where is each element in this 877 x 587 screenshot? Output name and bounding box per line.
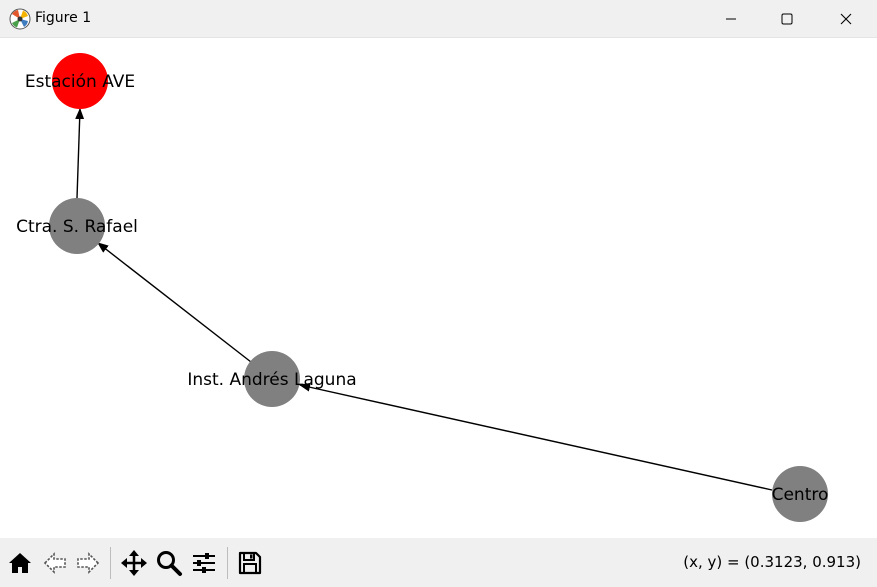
maximize-icon bbox=[781, 13, 793, 25]
back-button[interactable] bbox=[40, 548, 70, 578]
node-label-centro: Centro bbox=[772, 485, 829, 505]
minimize-button[interactable] bbox=[702, 0, 760, 38]
back-icon bbox=[43, 552, 66, 574]
node-inst-andres-laguna: Inst. Andrés Laguna bbox=[187, 351, 357, 407]
minimize-icon bbox=[726, 18, 736, 20]
save-button[interactable] bbox=[235, 548, 265, 578]
close-icon bbox=[840, 13, 852, 25]
node-centro: Centro bbox=[772, 466, 829, 522]
cursor-coordinates: (x, y) = (0.3123, 0.913) bbox=[683, 553, 861, 571]
home-button[interactable] bbox=[5, 548, 35, 578]
figure-canvas[interactable]: Estación AVE Ctra. S. Rafael Inst. André… bbox=[0, 38, 877, 538]
edge-centro-to-inst bbox=[298, 382, 773, 491]
matplotlib-logo-icon bbox=[9, 8, 31, 30]
close-button[interactable] bbox=[817, 0, 875, 38]
forward-button[interactable] bbox=[73, 548, 103, 578]
node-estacion-ave: Estación AVE bbox=[25, 53, 135, 109]
maximize-button[interactable] bbox=[758, 0, 816, 38]
edge-ctra-to-estacion bbox=[75, 107, 85, 199]
node-ctra-s-rafael: Ctra. S. Rafael bbox=[16, 198, 138, 254]
save-icon bbox=[238, 551, 262, 575]
pan-icon bbox=[121, 550, 147, 576]
node-label-estacion-ave: Estación AVE bbox=[25, 72, 135, 92]
configure-subplots-button[interactable] bbox=[189, 548, 219, 578]
title-bar: Figure 1 bbox=[0, 0, 877, 38]
window-title: Figure 1 bbox=[35, 10, 92, 26]
graph-plot: Estación AVE Ctra. S. Rafael Inst. André… bbox=[16, 53, 829, 522]
node-label-inst-andres-laguna: Inst. Andrés Laguna bbox=[187, 370, 356, 390]
home-icon bbox=[9, 553, 31, 573]
zoom-button[interactable] bbox=[154, 548, 184, 578]
configure-subplots-icon bbox=[193, 553, 215, 573]
forward-icon bbox=[77, 552, 100, 574]
zoom-icon bbox=[157, 551, 182, 576]
edge-inst-to-ctra bbox=[97, 242, 252, 363]
node-label-ctra-s-rafael: Ctra. S. Rafael bbox=[16, 217, 138, 237]
navigation-toolbar: (x, y) = (0.3123, 0.913) bbox=[0, 538, 877, 587]
toolbar-separator bbox=[227, 547, 228, 579]
pan-button[interactable] bbox=[119, 548, 149, 578]
toolbar-separator bbox=[110, 547, 111, 579]
